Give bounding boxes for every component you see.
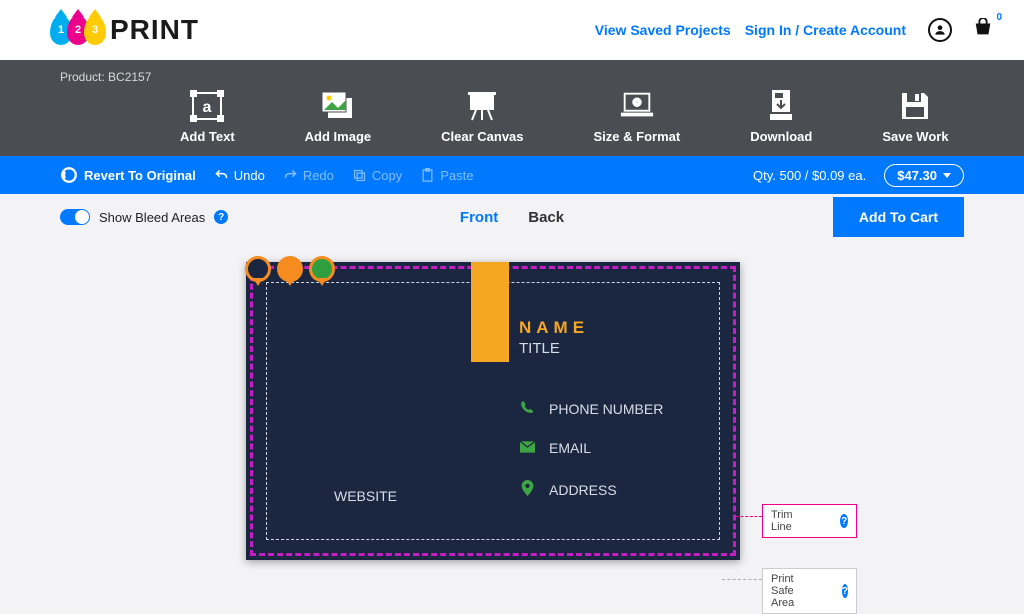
sub-bar: Show Bleed Areas ? Front Back Add To Car…	[0, 194, 1024, 240]
text-icon: a	[189, 89, 225, 123]
product-label: Product: BC2157	[0, 70, 1024, 84]
tool-clear-label: Clear Canvas	[441, 129, 523, 144]
undo-button[interactable]: Undo	[214, 168, 265, 183]
revert-label: Revert To Original	[84, 168, 196, 183]
editor-toolbar: Product: BC2157 a Add Text Add Image Cle…	[0, 60, 1024, 156]
qty-price-label: Qty. 500 / $0.09 ea.	[753, 168, 866, 183]
link-saved-projects[interactable]: View Saved Projects	[595, 22, 731, 38]
safe-area-text: Print Safe Area	[771, 573, 798, 609]
svg-text:a: a	[203, 99, 212, 116]
logo-drops: 1 2 3	[55, 15, 106, 45]
design-canvas[interactable]: NAME TITLE PHONE NUMBER EMAIL ADDRESS WE…	[246, 262, 740, 560]
redo-button[interactable]: Redo	[283, 168, 334, 183]
trim-line-text: Trim Line	[771, 509, 796, 533]
logo-drop-3: 3	[84, 15, 106, 45]
tool-add-text[interactable]: a Add Text	[180, 89, 235, 144]
help-icon[interactable]: ?	[842, 584, 848, 598]
trim-connector	[736, 516, 762, 517]
add-to-cart-button[interactable]: Add To Cart	[833, 197, 964, 237]
safe-area-label: Print Safe Area ?	[762, 568, 857, 614]
card-address-label: ADDRESS	[549, 482, 617, 498]
copy-label: Copy	[372, 168, 402, 183]
tab-front[interactable]: Front	[460, 209, 498, 226]
tool-save-work[interactable]: Save Work	[882, 89, 948, 144]
color-swatch-pins	[245, 256, 335, 282]
envelope-icon	[519, 440, 535, 456]
tool-add-image-label: Add Image	[305, 129, 371, 144]
paste-button[interactable]: Paste	[420, 168, 473, 183]
help-icon[interactable]: ?	[840, 514, 848, 528]
cart-count: 0	[996, 12, 1002, 23]
card-phone-label: PHONE NUMBER	[549, 401, 663, 417]
card-email-row[interactable]: EMAIL	[519, 440, 591, 456]
canvas-area: NAME TITLE PHONE NUMBER EMAIL ADDRESS WE…	[0, 262, 1024, 580]
revert-button[interactable]: Revert To Original	[60, 166, 196, 184]
tab-back[interactable]: Back	[528, 209, 564, 226]
card-title-field[interactable]: TITLE	[519, 340, 560, 357]
total-price: $47.30	[897, 168, 937, 183]
tool-add-image[interactable]: Add Image	[305, 89, 371, 144]
location-icon	[519, 480, 535, 499]
easel-icon	[464, 89, 500, 123]
card-name-field[interactable]: NAME	[519, 318, 589, 338]
tool-download[interactable]: Download	[750, 89, 812, 144]
safe-connector	[722, 579, 762, 580]
color-pin-dark[interactable]	[245, 256, 271, 282]
trim-line-label: Trim Line ?	[762, 504, 857, 538]
save-icon	[897, 89, 933, 123]
phone-icon	[519, 400, 535, 417]
link-sign-in[interactable]: Sign In / Create Account	[745, 22, 906, 38]
image-icon	[320, 89, 356, 123]
bleed-toggle-label: Show Bleed Areas	[99, 210, 205, 225]
redo-label: Redo	[303, 168, 334, 183]
top-header: 1 2 3 PRINT View Saved Projects Sign In …	[0, 0, 1024, 60]
undo-label: Undo	[234, 168, 265, 183]
card-website-field[interactable]: WEBSITE	[334, 488, 397, 504]
blue-action-bar: Revert To Original Undo Redo Copy Paste …	[0, 156, 1024, 194]
download-icon	[763, 89, 799, 123]
tool-size-format[interactable]: Size & Format	[594, 89, 681, 144]
bleed-toggle[interactable]	[60, 209, 90, 225]
tool-size-label: Size & Format	[594, 129, 681, 144]
help-icon[interactable]: ?	[214, 210, 228, 224]
cart-icon[interactable]: 0	[972, 18, 994, 43]
tool-clear-canvas[interactable]: Clear Canvas	[441, 89, 523, 144]
tool-add-text-label: Add Text	[180, 129, 235, 144]
card-accent-strip[interactable]	[471, 262, 509, 362]
price-dropdown[interactable]: $47.30	[884, 164, 964, 187]
color-pin-green[interactable]	[309, 256, 335, 282]
laptop-gear-icon	[619, 89, 655, 123]
logo-text: PRINT	[110, 14, 199, 46]
tool-download-label: Download	[750, 129, 812, 144]
profile-icon[interactable]	[928, 18, 952, 42]
paste-label: Paste	[440, 168, 473, 183]
header-links: View Saved Projects Sign In / Create Acc…	[595, 18, 994, 43]
card-phone-row[interactable]: PHONE NUMBER	[519, 400, 663, 417]
tool-save-label: Save Work	[882, 129, 948, 144]
card-email-label: EMAIL	[549, 440, 591, 456]
copy-button[interactable]: Copy	[352, 168, 402, 183]
logo[interactable]: 1 2 3 PRINT	[55, 14, 199, 46]
card-address-row[interactable]: ADDRESS	[519, 480, 617, 499]
chevron-down-icon	[943, 173, 951, 178]
color-pin-orange[interactable]	[277, 256, 303, 282]
